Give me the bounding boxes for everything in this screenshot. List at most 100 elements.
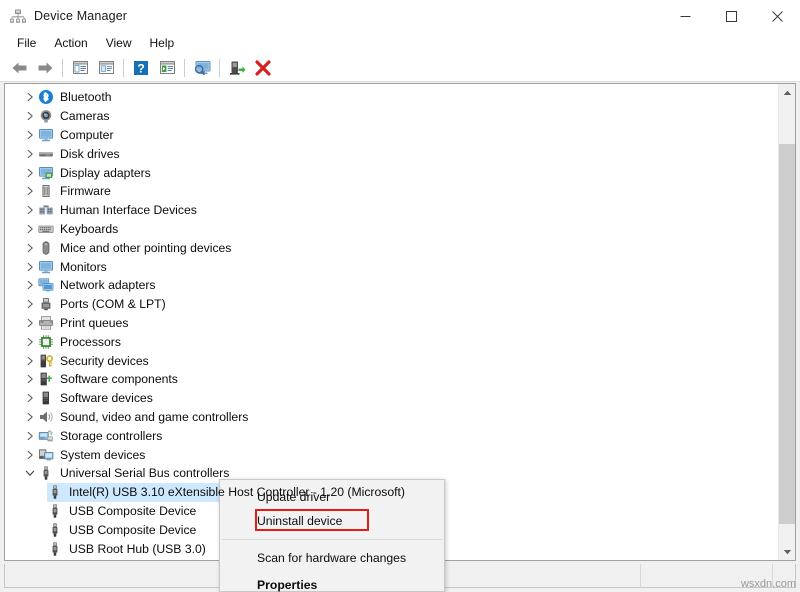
help-topics-icon[interactable]	[93, 56, 119, 80]
menu-view[interactable]: View	[97, 34, 141, 52]
chevron-right-icon[interactable]	[21, 393, 38, 403]
tree-item-label: Mice and other pointing devices	[60, 240, 232, 255]
toolbar: ?	[0, 54, 800, 82]
tree-item[interactable]: Keyboards	[5, 220, 778, 239]
tree-vertical-scrollbar[interactable]	[778, 84, 795, 560]
tree-item[interactable]: Display adapters	[5, 163, 778, 182]
tree-item-label: Universal Serial Bus controllers	[60, 466, 230, 481]
toolbar-separator	[184, 58, 185, 77]
tree-item[interactable]: Intel(R) USB 3.10 eXtensible Host Contro…	[5, 482, 778, 502]
tree-item[interactable]: Bluetooth	[5, 88, 778, 107]
tree-item[interactable]: Firmware	[5, 182, 778, 201]
chevron-right-icon[interactable]	[21, 111, 38, 121]
tree-item-label: USB Composite Device	[69, 503, 197, 518]
back-icon[interactable]	[6, 56, 32, 80]
context-menu-separator	[222, 539, 442, 540]
tree-item-label: System devices	[60, 447, 146, 462]
port-icon	[38, 296, 54, 312]
tree-item[interactable]: Computer	[5, 126, 778, 145]
printer-icon	[38, 315, 54, 331]
hid-icon	[38, 202, 54, 218]
chevron-right-icon[interactable]	[21, 299, 38, 309]
tree-item[interactable]: Software components	[5, 370, 778, 389]
window-controls	[662, 0, 800, 32]
chevron-right-icon[interactable]	[21, 130, 38, 140]
chevron-right-icon[interactable]	[21, 186, 38, 196]
mouse-icon	[38, 240, 54, 256]
tree-item-label: Computer	[60, 127, 114, 142]
tree-item[interactable]: Ports (COM & LPT)	[5, 295, 778, 314]
device-manager-icon	[10, 8, 26, 24]
chevron-right-icon[interactable]	[21, 374, 38, 384]
close-button[interactable]	[754, 0, 800, 32]
tree-item-label: Cameras	[60, 109, 110, 124]
uninstall-device-icon[interactable]	[250, 56, 276, 80]
forward-icon[interactable]	[32, 56, 58, 80]
chevron-right-icon[interactable]	[21, 337, 38, 347]
tree-item[interactable]: Processors	[5, 332, 778, 351]
tree-item-label: Ports (COM & LPT)	[60, 297, 166, 312]
disk-drive-icon	[38, 146, 54, 162]
tree-item-label: Sound, video and game controllers	[60, 409, 249, 424]
tree-item-label: Software devices	[60, 391, 153, 406]
context-menu-item-scan-hardware-changes[interactable]: Scan for hardware changes	[220, 546, 444, 570]
chevron-down-icon[interactable]	[21, 469, 38, 477]
scroll-down-arrow-icon[interactable]	[779, 543, 795, 560]
status-panel-2	[429, 563, 641, 588]
minimize-button[interactable]	[662, 0, 708, 32]
scrollbar-thumb[interactable]	[779, 144, 795, 524]
enable-device-icon[interactable]	[224, 56, 250, 80]
menu-action[interactable]: Action	[45, 34, 96, 52]
properties-icon[interactable]	[67, 56, 93, 80]
menu-help[interactable]: Help	[141, 34, 184, 52]
help-icon[interactable]: ?	[128, 56, 154, 80]
tree-item[interactable]: Software devices	[5, 389, 778, 408]
chevron-right-icon[interactable]	[21, 356, 38, 366]
tree-item[interactable]: Sound, video and game controllers	[5, 408, 778, 427]
context-menu-item-uninstall-device[interactable]: Uninstall device	[220, 509, 444, 533]
update-driver-icon[interactable]	[154, 56, 180, 80]
chevron-right-icon[interactable]	[21, 262, 38, 272]
svg-text:?: ?	[137, 61, 144, 75]
chevron-right-icon[interactable]	[21, 149, 38, 159]
tree-item-label: Monitors	[60, 259, 107, 274]
chevron-right-icon[interactable]	[21, 412, 38, 422]
tree-item[interactable]: Mice and other pointing devices	[5, 238, 778, 257]
tree-item[interactable]: Print queues	[5, 314, 778, 333]
tree-item[interactable]: Network adapters	[5, 276, 778, 295]
window-title: Device Manager	[34, 9, 128, 23]
chevron-right-icon[interactable]	[21, 318, 38, 328]
software-component-icon	[38, 371, 54, 387]
keyboard-icon	[38, 221, 54, 237]
chevron-right-icon[interactable]	[21, 224, 38, 234]
menu-file[interactable]: File	[8, 34, 45, 52]
tree-item-label: USB Composite Device	[69, 522, 197, 537]
tree-item[interactable]: Monitors	[5, 257, 778, 276]
chevron-right-icon[interactable]	[21, 450, 38, 460]
tree-item[interactable]: Disk drives	[5, 144, 778, 163]
tree-item[interactable]: System devices	[5, 445, 778, 464]
chevron-right-icon[interactable]	[21, 431, 38, 441]
scroll-up-arrow-icon[interactable]	[779, 84, 795, 101]
tree-item[interactable]: Security devices	[5, 351, 778, 370]
maximize-button[interactable]	[708, 0, 754, 32]
menu-bar: File Action View Help	[0, 32, 800, 54]
context-menu-item-properties[interactable]: Properties	[220, 573, 444, 592]
usb-icon	[38, 465, 54, 481]
device-tree: Bluetooth Cameras Computer Disk drives Displ…	[5, 88, 778, 560]
chevron-right-icon[interactable]	[21, 92, 38, 102]
watermark: wsxdn.com	[740, 578, 796, 590]
tree-item[interactable]: Storage controllers	[5, 426, 778, 445]
chevron-right-icon[interactable]	[21, 205, 38, 215]
chevron-right-icon[interactable]	[21, 243, 38, 253]
scan-hardware-changes-icon[interactable]	[189, 56, 215, 80]
tree-item[interactable]: Cameras	[5, 107, 778, 126]
monitor-icon	[38, 259, 54, 275]
chevron-right-icon[interactable]	[21, 168, 38, 178]
usb-icon	[47, 484, 63, 500]
tree-item-label: Security devices	[60, 353, 149, 368]
tree-item-label: Display adapters	[60, 165, 151, 180]
software-device-icon	[38, 390, 54, 406]
tree-item[interactable]: Human Interface Devices	[5, 201, 778, 220]
chevron-right-icon[interactable]	[21, 280, 38, 290]
